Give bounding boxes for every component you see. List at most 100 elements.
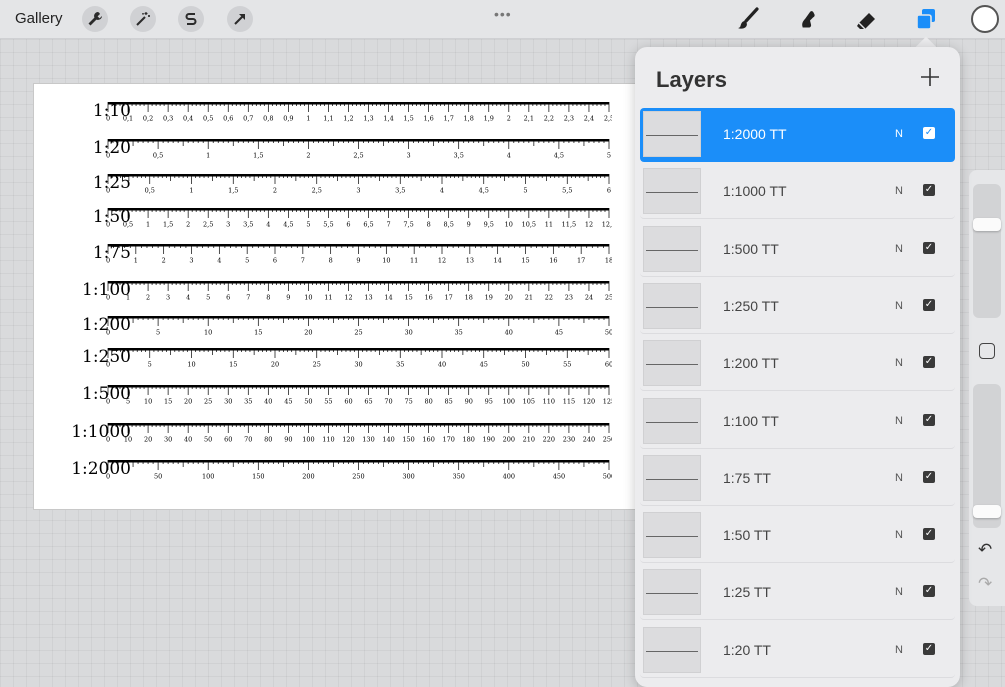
ruler-tick-label: 250	[352, 473, 364, 481]
ruler-tick-label: 500	[603, 473, 612, 481]
add-layer-button[interactable]	[919, 66, 941, 88]
ruler-tick-label: 0	[106, 152, 110, 160]
layers-icon[interactable]	[912, 5, 940, 33]
ruler-baseline	[108, 423, 609, 426]
visibility-checkbox[interactable]: ✓	[923, 470, 935, 483]
ruler-row: 1:75 0 1 2 3 4 5 6 7 8 9 10 11 12 13 14 15 16 17 18	[34, 243, 674, 274]
blend-mode-button[interactable]: N	[895, 300, 903, 312]
ruler-tick-label: 7	[301, 257, 305, 265]
ruler-tick-label: 70	[244, 436, 252, 444]
ruler-ticks	[107, 139, 610, 149]
blend-mode-button[interactable]: N	[895, 128, 903, 140]
redo-icon[interactable]: ↷	[978, 574, 992, 594]
visibility-checkbox[interactable]: ✓	[923, 413, 935, 426]
ruler-tick-label: 35	[244, 398, 252, 406]
ruler-row: 1:10 0 0,1 0,2 0,3 0,4 0,5 0,6 0,7 0,8 0,9 1 1,1 1,2 1…	[34, 101, 674, 132]
wrench-icon[interactable]	[82, 6, 108, 32]
eraser-icon[interactable]	[853, 5, 881, 33]
visibility-checkbox[interactable]: ✓	[923, 528, 935, 541]
ruler-tick-label: 90	[465, 398, 473, 406]
ruler-graphic: 0 10 20 30 40 50 60 70 80 90 100 110 120 130 140 150 160…	[106, 423, 612, 443]
selection-icon[interactable]	[178, 6, 204, 32]
blend-mode-button[interactable]: N	[895, 415, 903, 427]
layer-thumbnail[interactable]	[643, 225, 701, 272]
color-picker-button[interactable]	[971, 5, 999, 33]
layer-row[interactable]: 1:25 TT N ✓	[640, 566, 955, 621]
layer-thumbnail[interactable]	[643, 512, 701, 559]
ruler-baseline	[108, 281, 609, 284]
layer-row[interactable]: 1:20 TT N ✓	[640, 624, 955, 678]
visibility-checkbox[interactable]: ✓	[923, 184, 935, 197]
visibility-checkbox[interactable]: ✓	[923, 298, 935, 311]
ruler-tick-label: 5,5	[562, 187, 572, 195]
ruler-tick-label: 13	[364, 294, 372, 302]
ruler-tick-label: 3	[407, 152, 411, 160]
layer-row[interactable]: 1:75 TT N ✓	[640, 452, 955, 506]
layer-thumbnail[interactable]	[643, 340, 701, 387]
layer-thumbnail[interactable]	[643, 626, 701, 673]
ruler-tick-label: 15	[521, 257, 529, 265]
drawing-canvas[interactable]: 1:10 0 0,1 0,2 0,3 0,4 0,5 0,6 0,7 0,8 0,9 1 1,1 1,2 1…	[33, 83, 673, 510]
gallery-button[interactable]: Gallery	[15, 10, 63, 27]
opacity-slider[interactable]	[973, 384, 1001, 528]
ruler-tick-label: 125	[603, 398, 612, 406]
ruler-tick-label: 10	[505, 221, 513, 229]
smudge-icon[interactable]	[793, 5, 821, 33]
ruler-tick-label: 1,5	[228, 187, 238, 195]
ruler-baseline	[108, 208, 609, 211]
ruler-tick-label: 100	[202, 473, 214, 481]
layer-row[interactable]: 1:50 TT N ✓	[640, 509, 955, 564]
ruler-tick-label: 24	[585, 294, 593, 302]
opacity-slider-thumb[interactable]	[973, 504, 1001, 518]
layer-row[interactable]: 1:500 TT N ✓	[640, 223, 955, 277]
brush-size-slider-thumb[interactable]	[973, 217, 1001, 231]
ruler-ticks	[107, 348, 610, 358]
ruler-tick-label: 18	[465, 294, 473, 302]
layer-thumbnail[interactable]	[643, 168, 701, 215]
modify-button[interactable]	[979, 343, 995, 359]
ruler-tick-label: 3	[166, 294, 170, 302]
ruler-tick-label: 11	[324, 294, 332, 302]
visibility-checkbox[interactable]: ✓	[923, 356, 935, 369]
layer-name: 1:250 TT	[723, 297, 779, 314]
brush-size-slider[interactable]	[973, 184, 1001, 318]
ruler-tick-label: 4	[217, 257, 221, 265]
ruler-tick-label: 75	[404, 398, 412, 406]
transform-arrow-icon[interactable]	[227, 6, 253, 32]
ruler-row: 1:250 0 5 10 15 20 25 30 35 40 45 50 55 60	[34, 347, 674, 378]
ruler-tick-label: 0	[106, 294, 110, 302]
visibility-checkbox[interactable]: ✓	[923, 585, 935, 598]
layer-thumbnail[interactable]	[643, 397, 701, 444]
ruler-tick-label: 2,1	[524, 115, 534, 123]
blend-mode-button[interactable]: N	[895, 644, 903, 656]
blend-mode-button[interactable]: N	[895, 185, 903, 197]
layer-thumbnail[interactable]	[643, 282, 701, 329]
blend-mode-button[interactable]: N	[895, 472, 903, 484]
layer-row[interactable]: 1:250 TT N ✓	[640, 280, 955, 334]
layer-row[interactable]: 1:1000 TT N ✓	[640, 165, 955, 220]
drag-handle-dots[interactable]: •••	[494, 6, 512, 22]
ruler-tick-label: 9	[467, 221, 471, 229]
ruler-tick-label: 25	[605, 294, 612, 302]
layer-row[interactable]: 1:2000 TT N ✓	[640, 108, 955, 162]
ruler-tick-label: 40	[264, 398, 272, 406]
layer-thumbnail[interactable]	[643, 569, 701, 616]
blend-mode-button[interactable]: N	[895, 357, 903, 369]
ruler-tick-label: 120	[342, 436, 354, 444]
magic-wand-icon[interactable]	[130, 6, 156, 32]
blend-mode-button[interactable]: N	[895, 243, 903, 255]
ruler-tick-label: 2	[146, 294, 150, 302]
visibility-checkbox[interactable]: ✓	[923, 642, 935, 655]
visibility-checkbox[interactable]: ✓	[923, 241, 935, 254]
layer-thumbnail[interactable]	[643, 454, 701, 501]
layer-row[interactable]: 1:100 TT N ✓	[640, 395, 955, 449]
undo-icon[interactable]: ↶	[978, 540, 992, 560]
layer-row[interactable]: 1:200 TT N ✓	[640, 337, 955, 392]
sidebar: ↶ ↷	[969, 170, 1005, 606]
blend-mode-button[interactable]: N	[895, 529, 903, 541]
blend-mode-button[interactable]: N	[895, 586, 903, 598]
ruler-tick-label: 40	[505, 329, 513, 337]
brush-icon[interactable]	[734, 5, 762, 33]
layer-thumbnail[interactable]	[643, 111, 701, 157]
visibility-checkbox[interactable]: ✓	[923, 127, 935, 139]
